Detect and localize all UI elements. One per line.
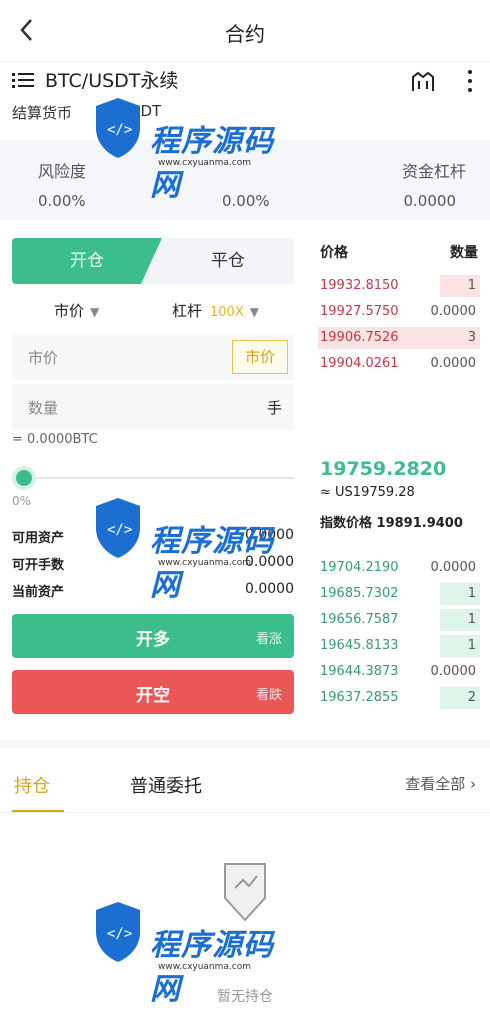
orderbook-qty: 1 bbox=[467, 586, 476, 601]
orderbook-price: 19637.2855 bbox=[320, 690, 399, 705]
page-title: 合约 bbox=[225, 22, 265, 46]
top-bar: 合约 bbox=[0, 0, 490, 62]
index-label: 指数价格 bbox=[320, 516, 373, 531]
slider-track bbox=[12, 477, 294, 479]
amount-unit: 手 bbox=[266, 399, 282, 417]
amount-slider[interactable] bbox=[12, 466, 294, 490]
openable-label: 可开手数 bbox=[12, 558, 65, 573]
tab-line bbox=[0, 812, 490, 813]
order-type-select[interactable]: 市价 ▼ bbox=[54, 300, 99, 321]
orderbook-qty: 0.0000 bbox=[430, 664, 477, 679]
leverage-select-value: 100X bbox=[210, 305, 244, 320]
available-label: 可用资产 bbox=[12, 531, 65, 546]
orderbook-price: 19685.7302 bbox=[320, 586, 399, 601]
orderbook-price: 19904.0261 bbox=[320, 356, 399, 371]
market-price-button[interactable]: 市价 bbox=[232, 340, 288, 374]
slider-percent: 0% bbox=[12, 494, 32, 508]
watermark: </> 程序源码网 www.cxyuanma.com bbox=[90, 496, 300, 603]
orderbook-row[interactable]: 19704.2190 0.0000 bbox=[318, 557, 480, 583]
usd-price: ≈ US19759.28 bbox=[320, 485, 415, 500]
orderbook-qty: 1 bbox=[467, 612, 476, 627]
list-icon[interactable] bbox=[12, 70, 34, 90]
more-vert-icon[interactable] bbox=[466, 68, 474, 94]
orderbook-row[interactable]: 19906.7526 3 bbox=[318, 327, 480, 353]
orderbook-price: 19656.7587 bbox=[320, 612, 399, 627]
risk-label: 风险度 bbox=[38, 162, 87, 181]
watermark-url: www.cxyuanma.com bbox=[158, 962, 252, 972]
watermark-url: www.cxyuanma.com bbox=[158, 158, 252, 168]
ob-price-header: 价格 bbox=[320, 245, 348, 261]
orderbook-price: 19906.7526 bbox=[320, 330, 399, 345]
caret-down-icon: ▼ bbox=[249, 305, 259, 319]
tab-close[interactable]: 平仓 bbox=[142, 238, 294, 284]
slider-knob[interactable] bbox=[16, 470, 32, 486]
orderbook-row[interactable]: 19904.0261 0.0000 bbox=[318, 353, 480, 379]
watermark-shield-icon: </> bbox=[96, 498, 140, 558]
open-long-sub: 看涨 bbox=[255, 632, 282, 647]
order-type-label: 市价 bbox=[54, 302, 85, 320]
amount-field[interactable]: 数量 手 bbox=[12, 384, 294, 430]
amount-placeholder: 数量 bbox=[28, 399, 59, 417]
leverage-label: 资金杠杆 bbox=[401, 162, 466, 181]
orderbook-row[interactable]: 19645.8133 1 bbox=[318, 635, 480, 661]
index-value: 19891.9400 bbox=[376, 516, 463, 531]
orderbook-price: 19645.8133 bbox=[320, 638, 399, 653]
risk-value: 0.00% bbox=[38, 192, 86, 210]
price-placeholder: 市价 bbox=[28, 349, 59, 367]
open-short-button[interactable]: 开空 看跌 bbox=[12, 670, 294, 714]
view-all-link[interactable]: 查看全部 › bbox=[405, 773, 476, 794]
orderbook-qty: 1 bbox=[467, 278, 476, 293]
orderbook-price: 19644.3873 bbox=[320, 664, 399, 679]
tab-orders[interactable]: 普通委托 bbox=[130, 772, 202, 798]
svg-text:</>: </> bbox=[107, 522, 132, 538]
orderbook-qty: 0.0000 bbox=[430, 304, 477, 319]
orderbook-row[interactable]: 19644.3873 0.0000 bbox=[318, 661, 480, 687]
open-short-sub: 看跌 bbox=[255, 688, 282, 703]
order-tabs: 开仓 平仓 bbox=[12, 238, 294, 284]
svg-text:</>: </> bbox=[107, 926, 132, 942]
kline-icon[interactable] bbox=[410, 69, 436, 93]
orderbook-row[interactable]: 19932.8150 1 bbox=[318, 275, 480, 301]
orderbook-qty: 0.0000 bbox=[430, 560, 477, 575]
tab-open[interactable]: 开仓 bbox=[12, 238, 162, 284]
leverage-select-label: 杠杆 bbox=[172, 302, 203, 320]
index-price: 指数价格 19891.9400 bbox=[320, 512, 463, 531]
caret-down-icon: ▼ bbox=[90, 305, 100, 319]
orderbook-qty: 0.0000 bbox=[430, 356, 477, 371]
leverage-value: 0.0000 bbox=[403, 192, 457, 210]
open-long-button[interactable]: 开多 看涨 bbox=[12, 614, 294, 658]
pair-name[interactable]: BTC/USDT永续 bbox=[45, 66, 178, 93]
pair-row: BTC/USDT永续 bbox=[0, 62, 490, 98]
view-all-label: 查看全部 bbox=[405, 775, 466, 793]
leverage-select[interactable]: 杠杆 100X ▼ bbox=[172, 300, 259, 321]
orderbook-price: 19927.5750 bbox=[320, 304, 399, 319]
settle-label: 结算货币 bbox=[12, 104, 73, 122]
open-long-label: 开多 bbox=[136, 630, 170, 650]
orderbook-qty: 3 bbox=[467, 330, 476, 345]
section-divider bbox=[0, 740, 490, 748]
current-label: 当前资产 bbox=[12, 585, 65, 600]
orderbook-qty: 1 bbox=[467, 638, 476, 653]
watermark: </> 程序源码网 www.cxyuanma.com bbox=[90, 900, 300, 1007]
watermark-url: www.cxyuanma.com bbox=[158, 558, 252, 568]
price-field[interactable]: 市价 市价 bbox=[12, 334, 294, 380]
chevron-right-icon: › bbox=[470, 775, 476, 793]
orderbook-row[interactable]: 19685.7302 1 bbox=[318, 583, 480, 609]
watermark-shield-icon: </> bbox=[96, 98, 140, 158]
orderbook-row[interactable]: 19927.5750 0.0000 bbox=[318, 301, 480, 327]
btc-equivalent: = 0.0000BTC bbox=[12, 432, 98, 447]
orderbook-price: 19932.8150 bbox=[320, 278, 399, 293]
orderbook-row[interactable]: 19637.2855 2 bbox=[318, 687, 480, 713]
watermark: </> 程序源码网 www.cxyuanma.com bbox=[90, 96, 300, 203]
watermark-shield-icon: </> bbox=[96, 902, 140, 962]
orderbook-row[interactable]: 19656.7587 1 bbox=[318, 609, 480, 635]
last-price: 19759.2820 bbox=[320, 458, 447, 480]
tab-positions[interactable]: 持仓 bbox=[14, 772, 50, 798]
svg-text:</>: </> bbox=[107, 122, 132, 138]
orderbook-price: 19704.2190 bbox=[320, 560, 399, 575]
open-short-label: 开空 bbox=[136, 686, 170, 706]
ob-qty-header: 数量 bbox=[450, 245, 478, 261]
orderbook-qty: 2 bbox=[467, 690, 476, 705]
